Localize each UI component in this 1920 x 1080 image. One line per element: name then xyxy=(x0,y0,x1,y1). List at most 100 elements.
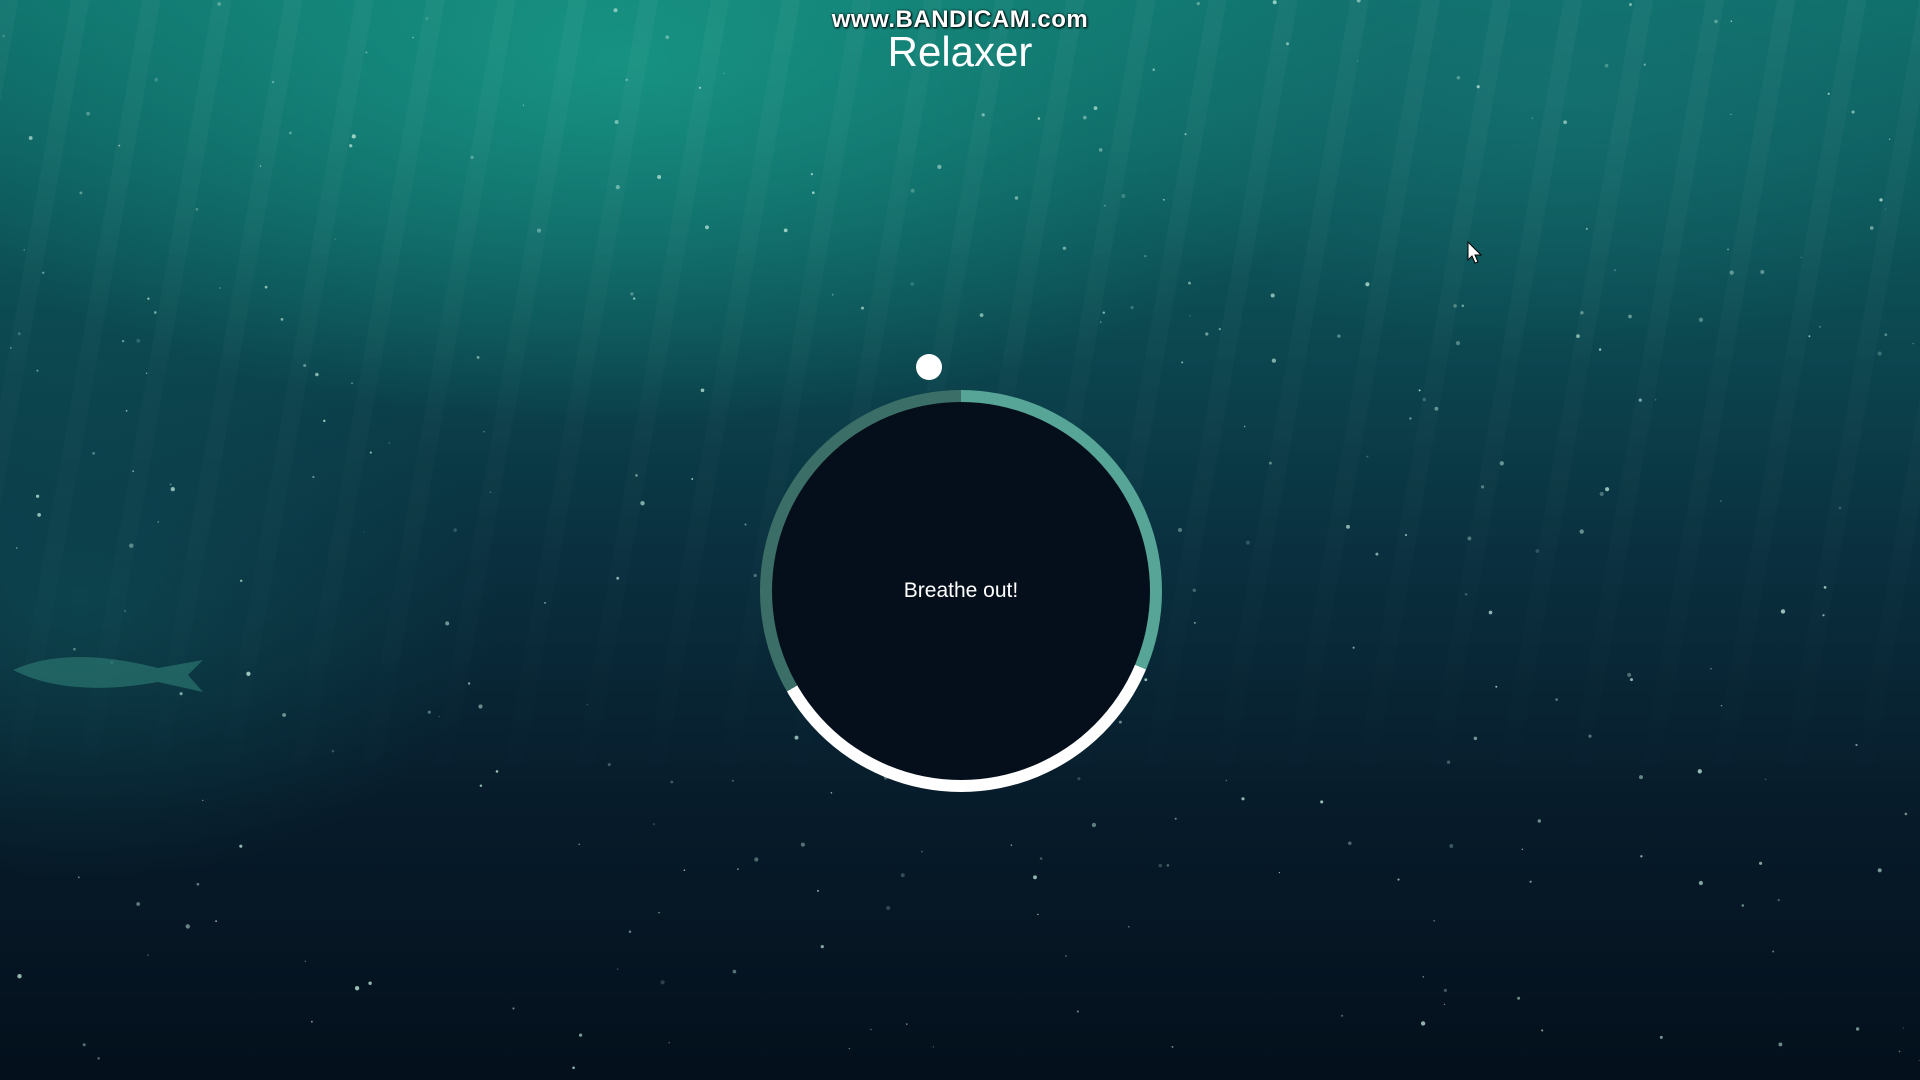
particle xyxy=(1192,588,1197,593)
particle xyxy=(489,491,492,493)
particle xyxy=(1456,75,1461,80)
particle xyxy=(630,292,634,296)
particle xyxy=(705,225,709,230)
particle xyxy=(1193,621,1196,624)
particle xyxy=(1365,282,1370,287)
particle xyxy=(354,986,360,991)
particle xyxy=(79,191,83,195)
particle xyxy=(1780,609,1786,614)
particle xyxy=(1823,585,1827,589)
particle xyxy=(132,470,135,473)
particle xyxy=(668,1042,670,1044)
particle xyxy=(653,823,656,826)
particle xyxy=(315,372,319,377)
particle xyxy=(1741,904,1745,907)
particle xyxy=(351,382,353,384)
particle xyxy=(1537,819,1542,823)
particle xyxy=(1099,321,1102,323)
particle xyxy=(1499,461,1504,466)
particle xyxy=(1605,487,1610,492)
particle xyxy=(1464,592,1468,596)
particle xyxy=(816,889,820,892)
particle xyxy=(1877,868,1882,873)
particle xyxy=(1443,1003,1446,1006)
particle xyxy=(1588,734,1592,738)
particle xyxy=(886,906,891,911)
particle xyxy=(632,297,636,300)
particle xyxy=(1869,226,1874,230)
particle xyxy=(1397,878,1400,881)
particle xyxy=(1104,204,1106,207)
particle xyxy=(1467,536,1472,541)
particle xyxy=(362,531,365,533)
particle xyxy=(264,285,268,289)
particle xyxy=(932,1046,935,1048)
particle xyxy=(246,671,251,676)
particle xyxy=(1404,533,1408,537)
particle xyxy=(1904,812,1908,816)
particle xyxy=(1629,678,1634,682)
particle xyxy=(1778,1042,1783,1047)
particle xyxy=(1356,0,1361,3)
particle xyxy=(830,792,833,794)
particle xyxy=(635,474,638,477)
particle xyxy=(1245,540,1250,545)
particle xyxy=(1130,305,1134,310)
particle xyxy=(1348,841,1352,846)
particle xyxy=(495,770,499,773)
particle xyxy=(906,1023,908,1025)
particle xyxy=(1455,341,1461,346)
particle xyxy=(1884,333,1888,337)
particle xyxy=(1278,871,1281,874)
particle xyxy=(1443,988,1448,993)
particle xyxy=(1599,491,1604,496)
particle xyxy=(861,306,864,310)
particle xyxy=(615,185,620,190)
particle xyxy=(323,419,326,423)
particle xyxy=(1320,800,1324,804)
particle xyxy=(1488,610,1493,615)
particle xyxy=(445,621,450,626)
particle xyxy=(1174,817,1177,820)
particle xyxy=(467,682,471,685)
particle xyxy=(1638,398,1642,402)
particle xyxy=(153,311,157,314)
particle xyxy=(1037,913,1039,916)
particle xyxy=(453,528,457,532)
particle xyxy=(82,1043,86,1047)
particle xyxy=(1158,863,1163,868)
particle xyxy=(1697,769,1702,774)
particle xyxy=(147,954,149,956)
particle xyxy=(1764,778,1767,781)
particle xyxy=(334,238,336,240)
particle xyxy=(1039,857,1043,860)
particle xyxy=(522,104,525,106)
particle xyxy=(1409,417,1412,420)
particle xyxy=(145,372,148,374)
particle xyxy=(282,713,287,717)
particle xyxy=(1654,399,1657,401)
particle xyxy=(700,388,705,393)
particle xyxy=(614,119,619,125)
particle xyxy=(170,486,175,492)
particle xyxy=(579,1033,583,1037)
particle xyxy=(658,911,660,914)
particle xyxy=(1346,524,1350,529)
particle xyxy=(1340,1014,1344,1017)
particle xyxy=(1563,120,1567,125)
particle xyxy=(1855,1027,1860,1031)
particle xyxy=(1218,327,1221,331)
particle xyxy=(831,293,834,296)
breathing-circle: Breathe out! xyxy=(760,390,1162,792)
particle xyxy=(303,363,307,368)
particle xyxy=(1698,880,1704,886)
particle xyxy=(753,573,757,578)
particle xyxy=(900,873,905,878)
particle xyxy=(470,155,474,160)
particle xyxy=(1541,1029,1544,1032)
particle xyxy=(196,882,200,886)
particle xyxy=(1772,950,1775,953)
particle xyxy=(1473,736,1478,741)
particle xyxy=(1613,269,1617,272)
particle xyxy=(1181,361,1184,364)
